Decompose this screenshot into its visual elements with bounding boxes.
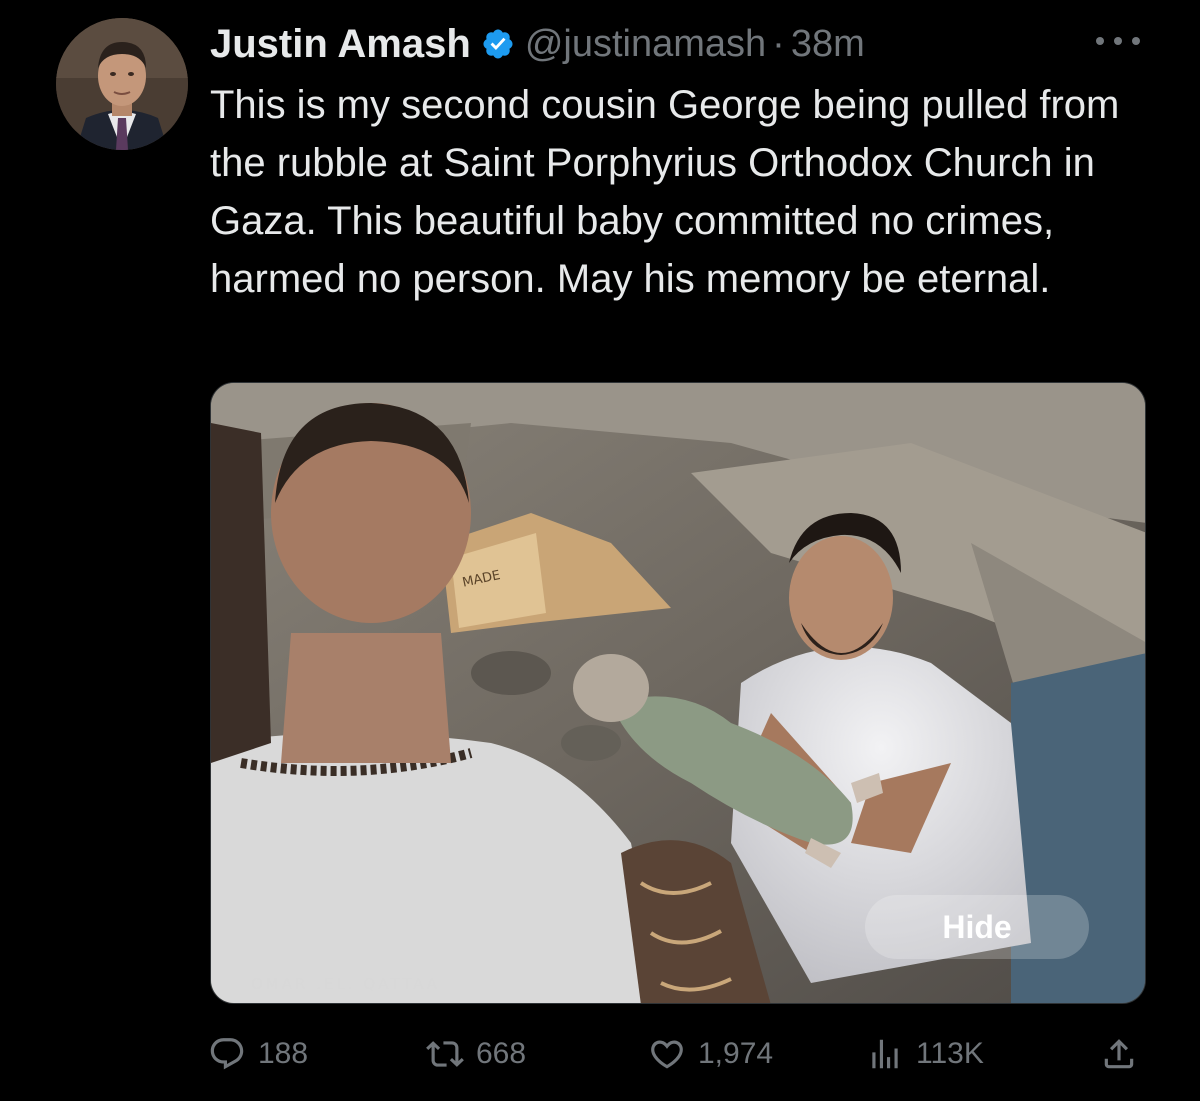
share-icon xyxy=(1104,1039,1134,1069)
avatar-photo xyxy=(56,18,188,150)
more-options-icon[interactable] xyxy=(1096,26,1140,56)
repost-count: 668 xyxy=(476,1037,527,1070)
reply-count: 188 xyxy=(258,1037,309,1070)
verified-badge-icon xyxy=(483,29,513,59)
tweet-actions: 188 668 1,974 113K xyxy=(208,1028,1148,1080)
views-button[interactable]: 113K xyxy=(866,1028,984,1080)
reply-icon xyxy=(210,1038,244,1070)
avatar[interactable] xyxy=(56,18,188,150)
photo-credit: OMAR .EL. QATTAA xyxy=(251,975,441,993)
author-handle[interactable]: @justinamash xyxy=(525,23,766,66)
like-count: 1,974 xyxy=(698,1037,774,1070)
repost-button[interactable]: 668 xyxy=(426,1028,526,1080)
like-button[interactable]: 1,974 xyxy=(648,1028,773,1080)
separator-dot: · xyxy=(772,22,785,65)
tweet: Justin Amash @justinamash · 38m This is … xyxy=(0,0,1200,1101)
hide-button[interactable]: Hide xyxy=(865,895,1089,959)
views-count: 113K xyxy=(916,1037,984,1070)
more-dot xyxy=(1096,37,1104,45)
more-dot xyxy=(1114,37,1122,45)
more-dot xyxy=(1132,37,1140,45)
reply-button[interactable]: 188 xyxy=(208,1028,308,1080)
tweet-header: Justin Amash @justinamash · 38m xyxy=(210,16,865,72)
share-button[interactable] xyxy=(1100,1028,1150,1080)
views-chart-icon xyxy=(872,1039,898,1069)
tweet-text: This is my second cousin George being pu… xyxy=(210,83,1120,301)
repost-icon xyxy=(426,1041,464,1067)
heart-icon xyxy=(651,1040,683,1069)
author-name[interactable]: Justin Amash xyxy=(210,22,471,67)
timestamp[interactable]: 38m xyxy=(791,23,865,66)
tweet-media[interactable]: MADE OMAR .EL. QATTAA Hide xyxy=(210,382,1146,1004)
